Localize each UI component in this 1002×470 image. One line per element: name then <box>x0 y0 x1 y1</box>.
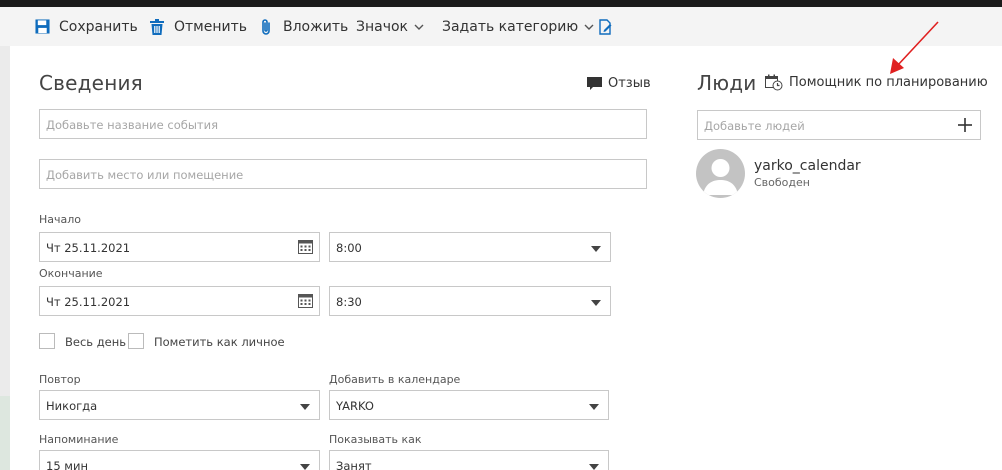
show-as-select[interactable]: Занят <box>329 450 609 470</box>
attendee-item[interactable]: yarko_calendar Свободен <box>696 149 861 198</box>
show-as-label: Показывать как <box>329 433 422 446</box>
caret-down-icon <box>589 404 599 410</box>
private-checkbox[interactable] <box>128 333 144 349</box>
repeat-select[interactable]: Никогда <box>39 390 320 420</box>
reminder-select[interactable]: 15 мин <box>39 450 320 470</box>
details-title: Сведения <box>39 71 143 95</box>
feedback-button[interactable]: Отзыв <box>587 76 651 91</box>
start-date-value: Чт 25.11.2021 <box>46 241 131 255</box>
end-date-value: Чт 25.11.2021 <box>46 295 131 309</box>
people-title: Люди <box>697 71 757 95</box>
category-label: Задать категорию <box>442 18 579 35</box>
save-button[interactable]: Сохранить <box>33 7 138 46</box>
attendee-name: yarko_calendar <box>754 158 861 174</box>
chevron-down-icon <box>414 24 424 30</box>
end-time-value: 8:30 <box>336 295 362 309</box>
reminder-label: Напоминание <box>39 433 119 446</box>
location-input[interactable]: Добавить место или помещение <box>39 159 647 189</box>
caret-down-icon <box>589 464 599 470</box>
add-people-input[interactable]: Добавьте людей <box>697 110 981 140</box>
attendee-status: Свободен <box>754 176 810 189</box>
end-label: Окончание <box>39 267 103 280</box>
cancel-label: Отменить <box>174 18 248 35</box>
calendar-icon[interactable] <box>298 293 313 308</box>
calendar-icon[interactable] <box>298 239 313 254</box>
all-day-label: Весь день <box>65 335 127 349</box>
start-date-input[interactable]: Чт 25.11.2021 <box>39 232 320 262</box>
start-time-value: 8:00 <box>336 241 362 255</box>
calendar-label: Добавить в календаре <box>329 373 461 386</box>
save-label: Сохранить <box>59 18 138 35</box>
event-name-placeholder: Добавьте название события <box>46 118 218 132</box>
avatar <box>696 149 745 198</box>
edit-note-button[interactable] <box>596 7 622 46</box>
save-icon <box>33 18 51 36</box>
caret-down-icon <box>591 246 601 252</box>
repeat-value: Никогда <box>46 399 98 413</box>
scheduling-assistant-label: Помощник по планированию <box>789 75 988 90</box>
plus-icon[interactable] <box>958 118 972 132</box>
private-label: Пометить как личное <box>154 335 285 349</box>
reminder-value: 15 мин <box>46 459 88 470</box>
chevron-down-icon <box>584 24 594 30</box>
show-as-value: Занят <box>336 459 372 470</box>
calendar-select[interactable]: YARKO <box>329 390 609 420</box>
top-dark-bar <box>0 0 1002 7</box>
caret-down-icon <box>300 404 310 410</box>
event-name-input[interactable]: Добавьте название события <box>39 109 647 139</box>
comment-icon <box>587 76 602 91</box>
person-icon <box>703 159 738 195</box>
badge-dropdown[interactable]: Значок <box>356 7 424 46</box>
red-arrow-annotation <box>890 21 939 74</box>
repeat-label: Повтор <box>39 373 81 386</box>
location-placeholder: Добавить место или помещение <box>46 168 244 182</box>
start-time-select[interactable]: 8:00 <box>329 232 611 262</box>
caret-down-icon <box>300 464 310 470</box>
badge-label: Значок <box>356 18 409 35</box>
calendar-clock-icon <box>765 74 783 91</box>
note-edit-icon <box>596 18 614 36</box>
paperclip-icon <box>257 18 275 36</box>
all-day-checkbox[interactable] <box>39 333 55 349</box>
caret-down-icon <box>591 300 601 306</box>
end-date-input[interactable]: Чт 25.11.2021 <box>39 286 320 316</box>
attach-button[interactable]: Вложить <box>257 7 348 46</box>
toolbar: Сохранить Отменить Вложить Значок Задать… <box>0 7 1002 46</box>
attach-label: Вложить <box>283 18 349 35</box>
end-time-select[interactable]: 8:30 <box>329 286 611 316</box>
start-label: Начало <box>39 213 82 226</box>
calendar-value: YARKO <box>336 399 374 413</box>
cancel-button[interactable]: Отменить <box>148 7 247 46</box>
scheduling-assistant-button[interactable]: Помощник по планированию <box>765 74 988 91</box>
left-strip <box>0 46 10 470</box>
feedback-label: Отзыв <box>608 76 651 91</box>
category-dropdown[interactable]: Задать категорию <box>442 7 594 46</box>
trash-icon <box>148 18 166 36</box>
add-people-placeholder: Добавьте людей <box>704 119 805 133</box>
